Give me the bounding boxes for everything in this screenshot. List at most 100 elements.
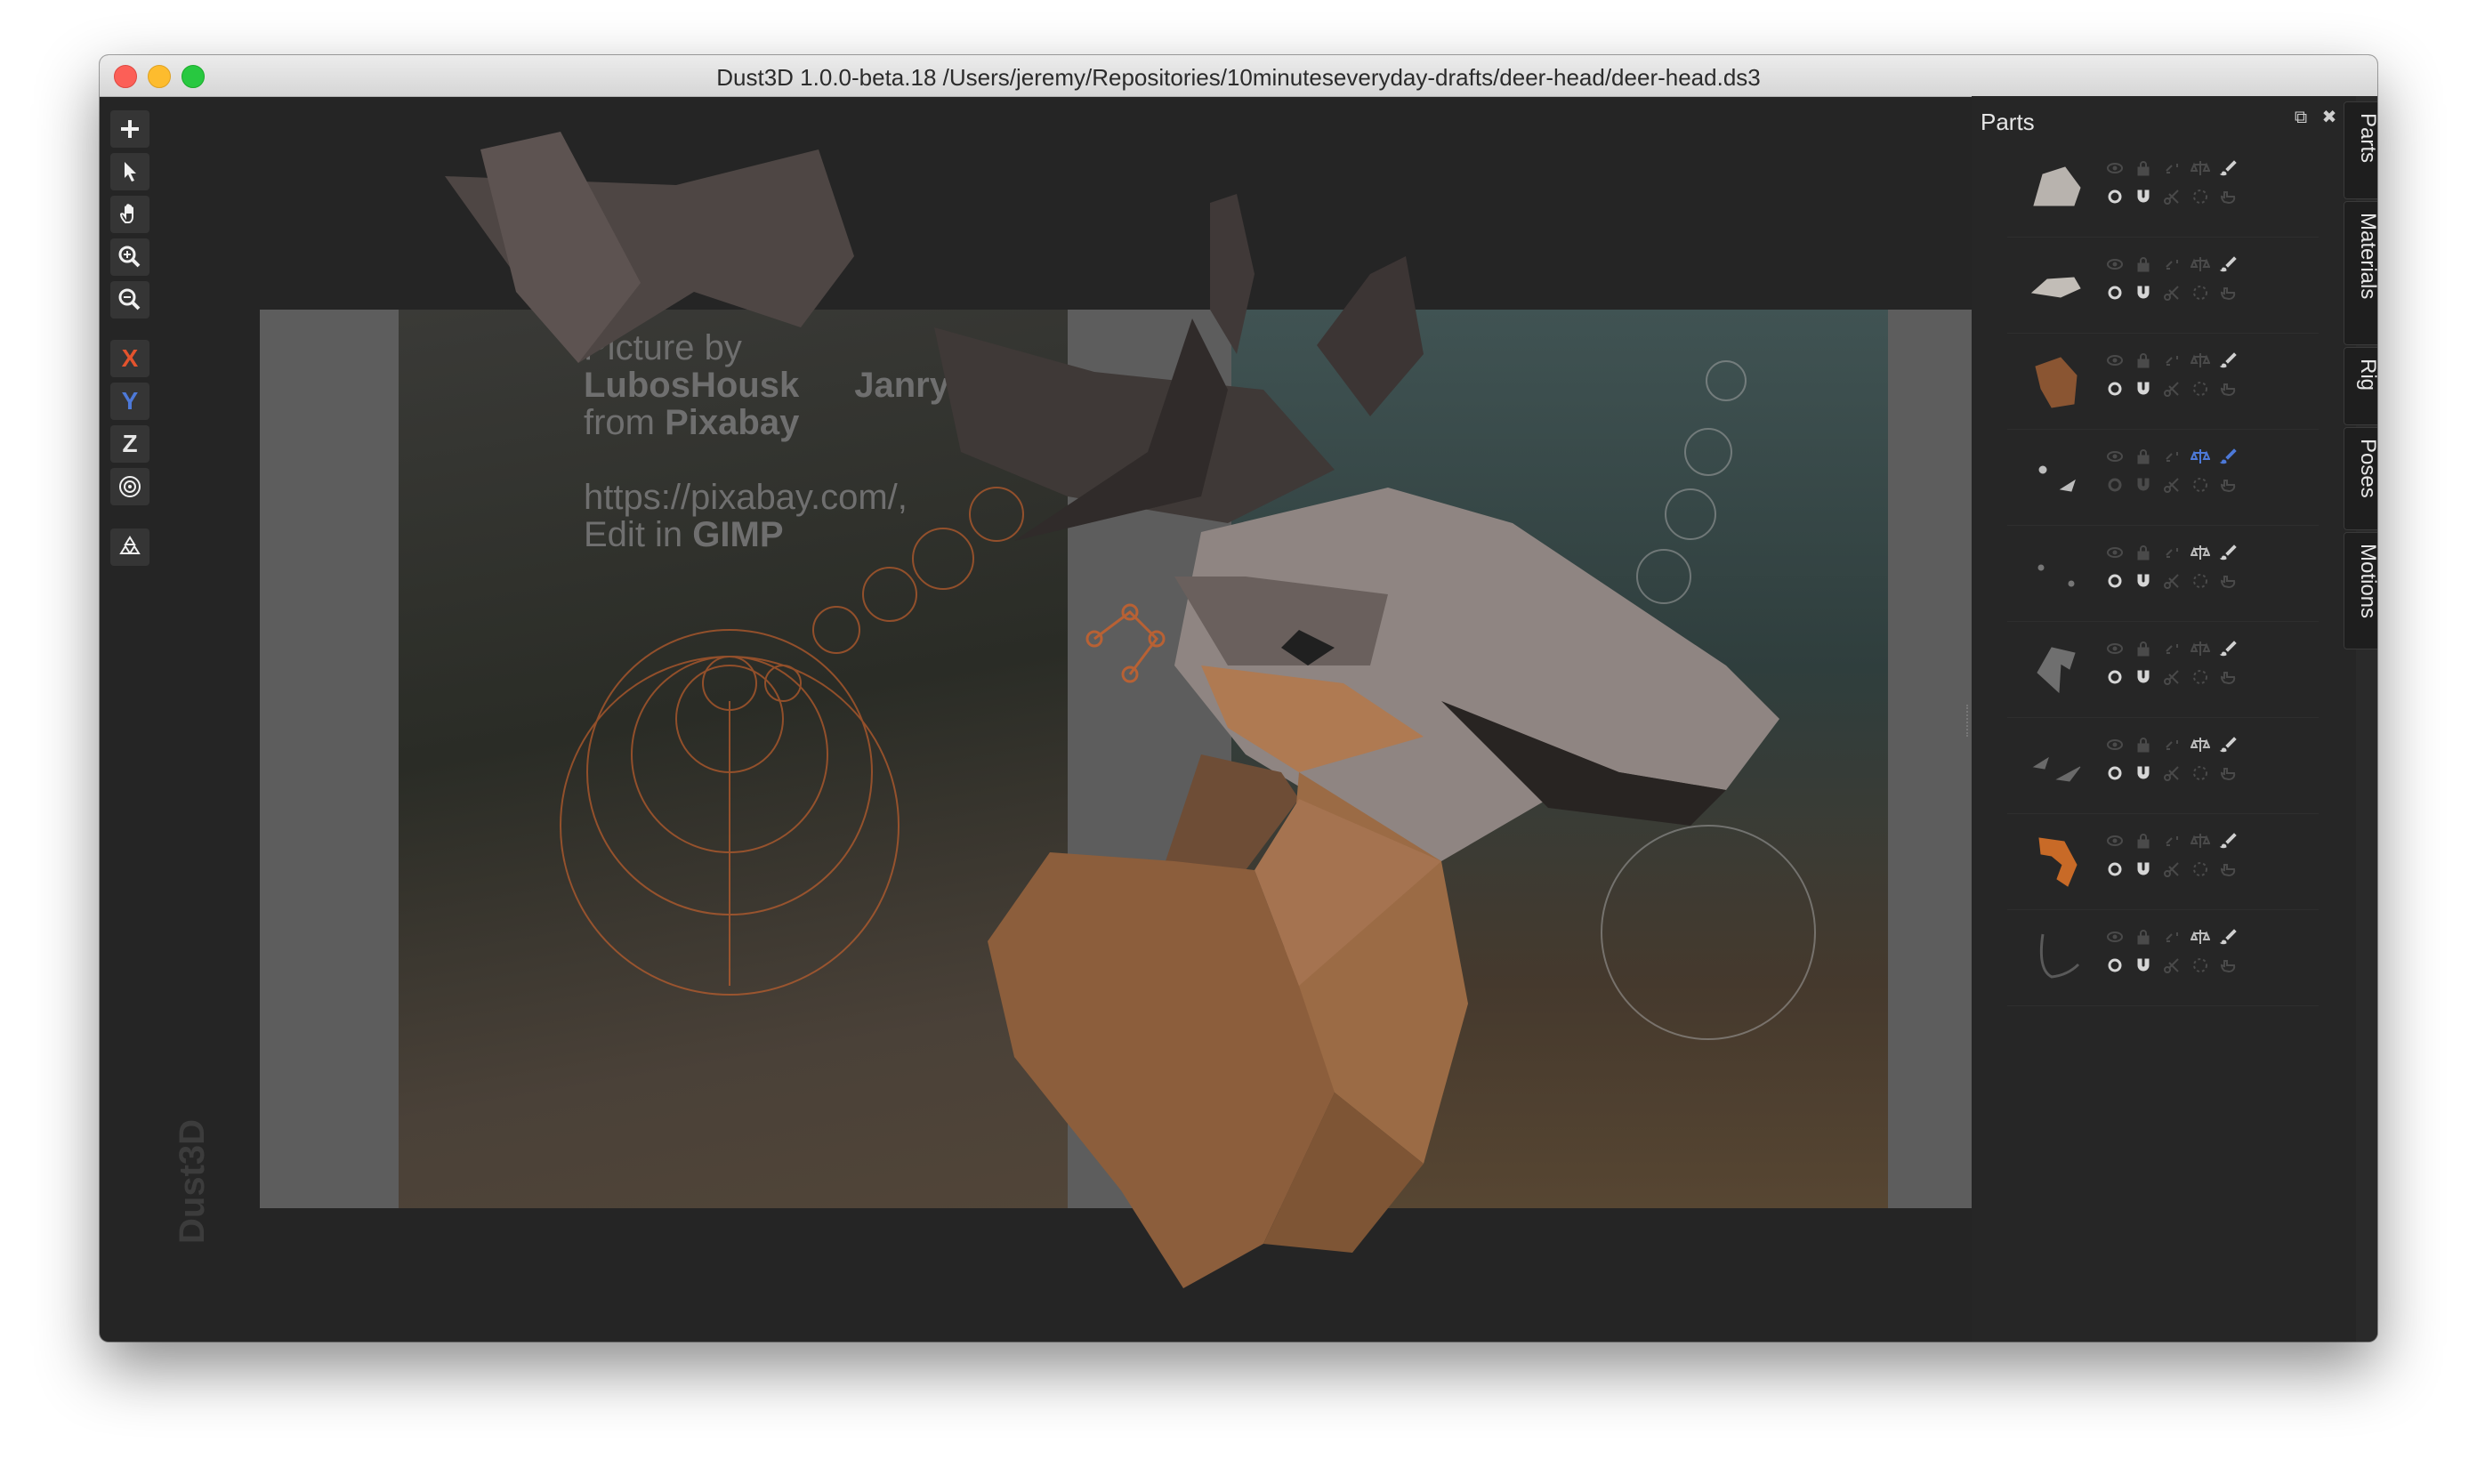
part-row[interactable] (2007, 525, 2319, 622)
hand-icon[interactable] (2219, 475, 2239, 495)
eye-icon[interactable] (2105, 639, 2125, 658)
magnet-icon[interactable] (2134, 763, 2153, 783)
model-canvas[interactable]: Picture by LubosHousk Janrye from Pixabay… (160, 96, 2055, 1342)
zoom-out-icon[interactable] (110, 281, 149, 319)
part-row[interactable] (2007, 813, 2319, 910)
brush-icon[interactable] (2219, 735, 2239, 754)
eye-icon[interactable] (2105, 543, 2125, 562)
select-pointer-icon[interactable] (110, 153, 149, 190)
brush-icon[interactable] (2219, 351, 2239, 370)
spin-icon[interactable] (2191, 667, 2210, 687)
scissors-icon[interactable] (2162, 667, 2182, 687)
eye-icon[interactable] (2105, 254, 2125, 274)
magnet-icon[interactable] (2134, 956, 2153, 975)
scissors-icon[interactable] (2162, 859, 2182, 879)
magnet-icon[interactable] (2134, 859, 2153, 879)
circle-icon[interactable] (2105, 283, 2125, 302)
brush-icon[interactable] (2219, 254, 2239, 274)
recycle-icon[interactable] (110, 528, 149, 566)
brush-icon[interactable] (2219, 543, 2239, 562)
spin-icon[interactable] (2191, 571, 2210, 591)
circle-icon[interactable] (2105, 859, 2125, 879)
spin-icon[interactable] (2191, 187, 2210, 206)
y-axis-toggle[interactable]: Y (110, 383, 149, 420)
scissors-icon[interactable] (2162, 956, 2182, 975)
circle-icon[interactable] (2105, 956, 2125, 975)
part-preview-thumbnail[interactable] (2025, 637, 2087, 699)
tab-motions[interactable]: Motions (2344, 532, 2377, 649)
circle-icon[interactable] (2105, 571, 2125, 591)
eye-icon[interactable] (2105, 735, 2125, 754)
link-icon[interactable] (2162, 158, 2182, 178)
part-row[interactable] (2007, 141, 2319, 238)
spin-icon[interactable] (2191, 475, 2210, 495)
brush-icon[interactable] (2219, 927, 2239, 947)
magnet-icon[interactable] (2134, 571, 2153, 591)
spin-icon[interactable] (2191, 379, 2210, 399)
tab-parts[interactable]: Parts (2344, 101, 2377, 199)
lock-icon[interactable] (2134, 639, 2153, 658)
radial-icon[interactable] (110, 468, 149, 505)
lock-icon[interactable] (2134, 254, 2153, 274)
part-preview-thumbnail[interactable] (2025, 829, 2087, 891)
lock-icon[interactable] (2134, 543, 2153, 562)
eye-icon[interactable] (2105, 831, 2125, 851)
balance-icon[interactable] (2191, 735, 2210, 754)
magnet-icon[interactable] (2134, 475, 2153, 495)
hand-icon[interactable] (2219, 283, 2239, 302)
lock-icon[interactable] (2134, 351, 2153, 370)
hand-icon[interactable] (2219, 187, 2239, 206)
zoom-in-icon[interactable] (110, 238, 149, 276)
part-row[interactable] (2007, 429, 2319, 526)
part-preview-thumbnail[interactable] (2025, 733, 2087, 795)
eye-icon[interactable] (2105, 927, 2125, 947)
circle-icon[interactable] (2105, 667, 2125, 687)
link-icon[interactable] (2162, 831, 2182, 851)
scissors-icon[interactable] (2162, 187, 2182, 206)
link-icon[interactable] (2162, 735, 2182, 754)
brush-icon[interactable] (2219, 158, 2239, 178)
part-preview-thumbnail[interactable] (2025, 349, 2087, 411)
circle-icon[interactable] (2105, 763, 2125, 783)
eye-icon[interactable] (2105, 158, 2125, 178)
circle-icon[interactable] (2105, 187, 2125, 206)
spin-icon[interactable] (2191, 859, 2210, 879)
link-icon[interactable] (2162, 351, 2182, 370)
scissors-icon[interactable] (2162, 379, 2182, 399)
float-icon[interactable]: ⧉ (2292, 109, 2310, 126)
balance-icon[interactable] (2191, 639, 2210, 658)
hand-icon[interactable] (2219, 859, 2239, 879)
scissors-icon[interactable] (2162, 763, 2182, 783)
hand-icon[interactable] (2219, 379, 2239, 399)
brush-icon[interactable] (2219, 447, 2239, 466)
add-icon[interactable] (110, 110, 149, 148)
part-preview-thumbnail[interactable] (2025, 253, 2087, 315)
circle-icon[interactable] (2105, 379, 2125, 399)
balance-icon[interactable] (2191, 831, 2210, 851)
magnet-icon[interactable] (2134, 379, 2153, 399)
scissors-icon[interactable] (2162, 283, 2182, 302)
part-row[interactable] (2007, 909, 2319, 1006)
lock-icon[interactable] (2134, 158, 2153, 178)
part-preview-thumbnail[interactable] (2025, 445, 2087, 507)
part-preview-thumbnail[interactable] (2025, 157, 2087, 219)
link-icon[interactable] (2162, 543, 2182, 562)
balance-icon[interactable] (2191, 254, 2210, 274)
part-preview-thumbnail[interactable] (2025, 541, 2087, 603)
eye-icon[interactable] (2105, 447, 2125, 466)
balance-icon[interactable] (2191, 351, 2210, 370)
x-axis-toggle[interactable]: X (110, 340, 149, 377)
brush-icon[interactable] (2219, 639, 2239, 658)
hand-icon[interactable] (2219, 571, 2239, 591)
lock-icon[interactable] (2134, 831, 2153, 851)
link-icon[interactable] (2162, 254, 2182, 274)
magnet-icon[interactable] (2134, 187, 2153, 206)
balance-icon[interactable] (2191, 447, 2210, 466)
magnet-icon[interactable] (2134, 667, 2153, 687)
part-preview-thumbnail[interactable] (2025, 925, 2087, 988)
tab-rig[interactable]: Rig (2344, 347, 2377, 425)
spin-icon[interactable] (2191, 956, 2210, 975)
part-row[interactable] (2007, 237, 2319, 334)
lock-icon[interactable] (2134, 447, 2153, 466)
balance-icon[interactable] (2191, 543, 2210, 562)
